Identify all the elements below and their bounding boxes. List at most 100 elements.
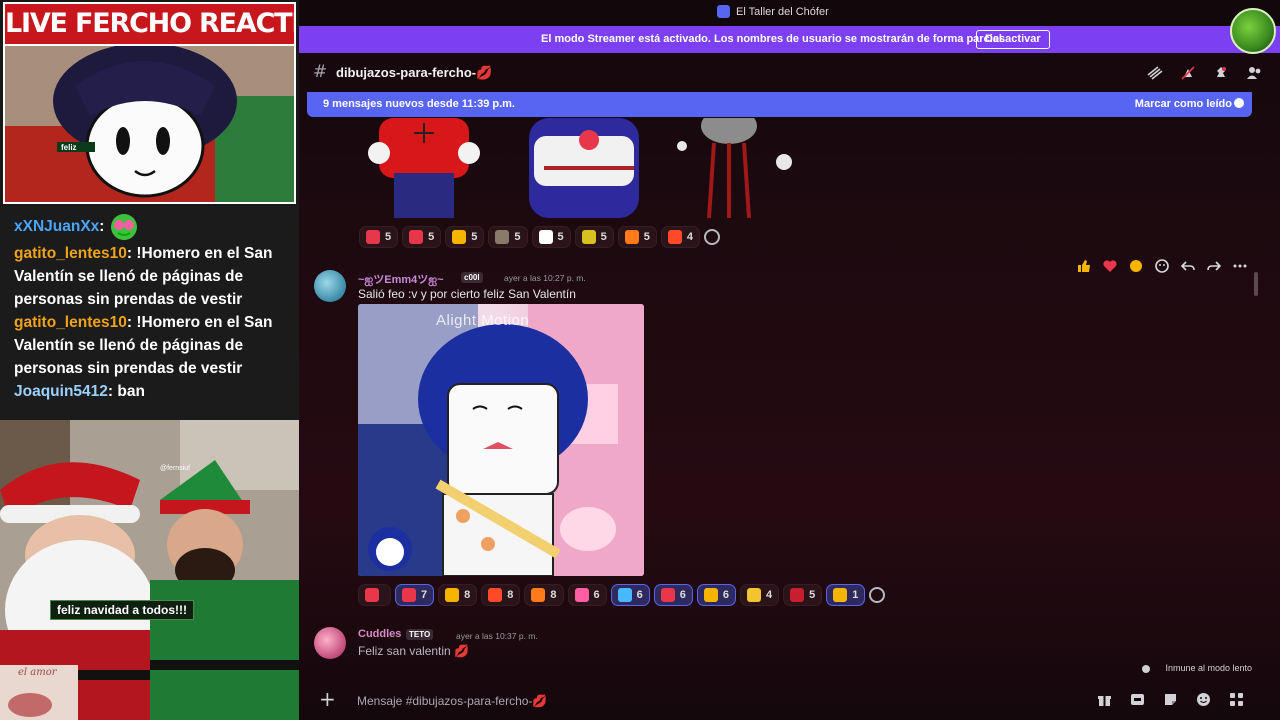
chat-message: xXNJuanXx:: [14, 212, 289, 242]
message-author[interactable]: ~ஐツEmm4ツஐ~: [358, 271, 444, 288]
server-tag: TETO: [406, 629, 434, 640]
fire-heart-emoji-icon: [667, 230, 682, 244]
reply-icon[interactable]: [1180, 258, 1196, 279]
mark-read-icon: [1234, 98, 1244, 108]
threads-icon[interactable]: [1147, 65, 1163, 81]
chat-text: ban: [113, 383, 145, 400]
message-image-attachment[interactable]: Alight Motion: [358, 304, 644, 576]
cam-tag: @fernsiuf: [160, 465, 190, 472]
message-actions-bar: [1070, 257, 1254, 279]
heart-eyes-emoji-icon: [366, 230, 380, 244]
avatar[interactable]: [314, 270, 346, 302]
chat-message: Joaquin5412: ban: [14, 380, 289, 403]
reaction-heart[interactable]: 5: [402, 226, 442, 248]
pink-heart-emoji-icon: [574, 588, 589, 602]
add-reaction-icon[interactable]: [1154, 258, 1170, 279]
reaction-red-heart[interactable]: 5: [783, 584, 823, 606]
cartoon-avatar: feliz: [5, 46, 294, 202]
heart-eyes-emoji-icon: [365, 588, 379, 602]
reaction-fire-heart[interactable]: 4: [660, 226, 700, 248]
sticker-icon[interactable]: [1163, 692, 1178, 707]
mark-as-read-button[interactable]: Marcar como leído: [1135, 98, 1232, 110]
drawing-strip: [368, 118, 792, 219]
header-toolbar: [1147, 65, 1262, 81]
reaction-heart-eyes[interactable]: [358, 584, 391, 606]
reaction-moai[interactable]: 5: [488, 226, 528, 248]
previous-message-image[interactable]: [359, 118, 809, 222]
scrollbar-thumb[interactable]: [1254, 272, 1258, 296]
thumbs-up-icon[interactable]: [1076, 258, 1092, 279]
reaction-love-letter[interactable]: 6: [653, 584, 693, 606]
discord-window: El Taller del Chófer El modo Streamer es…: [299, 0, 1280, 720]
eyes-emoji-icon: [538, 230, 553, 244]
gift-icon[interactable]: [1097, 692, 1112, 707]
flex-icon[interactable]: [1128, 258, 1144, 279]
reaction-eyes[interactable]: 5: [531, 226, 571, 248]
reaction-heart[interactable]: 7: [395, 584, 435, 606]
chat-separator: :: [99, 218, 105, 236]
gif-icon[interactable]: [1130, 692, 1145, 707]
text-channel-hash-icon: #: [313, 62, 328, 82]
more-icon[interactable]: [1232, 258, 1248, 279]
channel-name: dibujazos-para-fercho-💋: [336, 65, 493, 80]
fire-heart-emoji-icon: [488, 588, 503, 602]
emoji-icon[interactable]: [1196, 692, 1211, 707]
sun-emoji-icon: [703, 588, 718, 602]
mute-icon[interactable]: [1180, 65, 1196, 81]
add-reaction-icon[interactable]: [704, 229, 720, 245]
members-icon[interactable]: [1246, 65, 1262, 81]
reaction-cam: feliz: [3, 46, 296, 204]
reaction-fire[interactable]: 5: [617, 226, 657, 248]
love-letter-emoji-icon: [660, 588, 675, 602]
moai-emoji-icon: [495, 230, 510, 244]
chat-message: gatito_lentes10: !Homero en el San Valen…: [14, 242, 289, 311]
chat-username: gatito_lentes10: [14, 245, 127, 262]
message-author[interactable]: Cuddles: [358, 628, 401, 640]
toon-caption: feliz: [61, 143, 77, 152]
deactivate-streamer-button[interactable]: Desactivar: [976, 30, 1050, 49]
reaction-crown[interactable]: 4: [740, 584, 780, 606]
cam-caption: feliz navidad a todos!!!: [50, 600, 195, 620]
new-messages-bar[interactable]: 9 mensajes nuevos desde 11:39 p.m. Marca…: [307, 92, 1252, 117]
avatar[interactable]: [314, 627, 346, 659]
message-reactions: 7 8 8 8 6 6 6 6 4 5 1: [358, 584, 886, 606]
stream-overlay: LIVE FERCHO REACTION feliz xXNJuanXx:: [0, 0, 299, 720]
reaction-fire-heart[interactable]: 8: [481, 584, 521, 606]
upload-plus-button[interactable]: +: [319, 688, 336, 710]
window-title: El Taller del Chófer: [736, 5, 829, 18]
reaction-flex[interactable]: 8: [438, 584, 478, 606]
forward-icon[interactable]: [1206, 258, 1222, 279]
channel-logo-icon: [1230, 8, 1276, 54]
streamer-mode-notice: El modo Streamer está activado. Los nomb…: [299, 26, 1280, 53]
reaction-fire[interactable]: 8: [524, 584, 564, 606]
reaction-heart-eyes[interactable]: 5: [359, 226, 399, 248]
channel-header: # dibujazos-para-fercho-💋: [299, 53, 1280, 91]
stream-banner: LIVE FERCHO REACTION: [3, 2, 296, 46]
pin-icon[interactable]: [1213, 65, 1229, 81]
chat-username: Joaquin5412: [14, 383, 108, 400]
reaction-sun[interactable]: 6: [696, 584, 736, 606]
flex-emoji-icon: [445, 588, 460, 602]
attachment-drawing: [358, 304, 644, 576]
message-input[interactable]: [357, 690, 1077, 712]
heart-icon[interactable]: [1102, 258, 1118, 279]
cam-thumb-text: el amor: [18, 667, 57, 678]
fire-emoji-icon: [624, 230, 639, 244]
message-text: Feliz san valentin 💋: [358, 644, 469, 658]
message-composer: +: [299, 680, 1280, 720]
fire-emoji-icon: [531, 588, 546, 602]
streamer-mode-text: El modo Streamer está activado. Los nomb…: [541, 33, 1005, 45]
reaction-thumbs-up[interactable]: 1: [826, 584, 866, 606]
reaction-flex[interactable]: 5: [445, 226, 485, 248]
stream-chat: xXNJuanXx: gatito_lentes10: !Homero en e…: [0, 206, 299, 420]
reaction-gem[interactable]: 6: [610, 584, 650, 606]
image-watermark: Alight Motion: [436, 312, 530, 329]
red-heart-emoji-icon: [790, 588, 805, 602]
green-frog-emote-icon: [109, 212, 139, 242]
reaction-pink-heart[interactable]: 6: [567, 584, 607, 606]
apps-icon[interactable]: [1229, 692, 1244, 707]
thumbs-up-emoji-icon: [833, 588, 848, 602]
add-reaction-icon[interactable]: [869, 587, 886, 603]
message-timestamp: ayer a las 10:37 p. m.: [456, 631, 538, 641]
reaction-cat-face[interactable]: 5: [574, 226, 614, 248]
